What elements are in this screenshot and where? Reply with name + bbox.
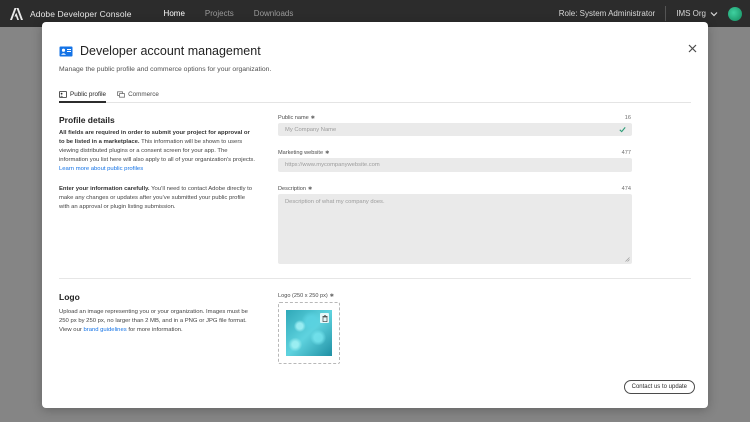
divider bbox=[665, 6, 667, 21]
label-text: Description bbox=[278, 186, 306, 192]
label-text: Public name bbox=[278, 115, 309, 121]
required-asterisk-icon: ✱ bbox=[307, 186, 313, 192]
logo-image bbox=[286, 310, 332, 356]
profile-card-icon bbox=[59, 46, 73, 56]
section-divider bbox=[59, 278, 691, 279]
description-textarea[interactable]: Description of what my company does. bbox=[278, 194, 632, 264]
profile-careful-text: Enter your information carefully. You’ll… bbox=[59, 185, 257, 212]
logo-field-label: Logo (250 x 250 px) ✱ bbox=[278, 293, 334, 299]
profile-card-icon bbox=[59, 90, 67, 98]
dialog-header: Developer account management bbox=[59, 44, 261, 58]
logo-info-end: for more information. bbox=[126, 327, 183, 333]
nav-projects[interactable]: Projects bbox=[205, 9, 234, 18]
careful-note: Enter your information carefully. bbox=[59, 186, 150, 192]
main-nav: Home Projects Downloads bbox=[164, 9, 314, 18]
public-name-char-count: 16 bbox=[624, 115, 631, 121]
role-label: Role: System Administrator bbox=[558, 9, 656, 18]
required-asterisk-icon: ✱ bbox=[329, 293, 334, 299]
tab-list: Public profile Commerce bbox=[59, 86, 691, 103]
brand-guidelines-link[interactable]: brand guidelines bbox=[83, 327, 126, 333]
website-char-count: 477 bbox=[621, 150, 631, 156]
tab-public-profile[interactable]: Public profile bbox=[59, 86, 107, 103]
logo-heading: Logo bbox=[59, 292, 80, 302]
org-switcher[interactable]: IMS Org bbox=[676, 9, 706, 18]
required-asterisk-icon: ✱ bbox=[325, 150, 330, 156]
account-management-dialog: Developer account management Manage the … bbox=[42, 22, 708, 408]
tab-label: Commerce bbox=[128, 90, 159, 98]
required-asterisk-icon: ✱ bbox=[310, 115, 315, 121]
public-name-label: Public name ✱ bbox=[278, 115, 315, 121]
label-text: Marketing website bbox=[278, 150, 324, 156]
contact-us-button[interactable]: Contact us to update bbox=[623, 380, 695, 394]
delete-logo-button[interactable] bbox=[320, 313, 329, 323]
public-name-input[interactable]: My Company Name bbox=[278, 123, 632, 136]
placeholder-text: https://www.mycompanywebsite.com bbox=[285, 162, 380, 168]
learn-more-link[interactable]: Learn more about public profiles bbox=[59, 166, 143, 172]
profile-details-heading: Profile details bbox=[59, 115, 115, 125]
placeholder-text: My Company Name bbox=[285, 126, 337, 133]
nav-downloads[interactable]: Downloads bbox=[254, 9, 294, 18]
commerce-icon bbox=[117, 90, 125, 98]
dialog-subtitle: Manage the public profile and commerce o… bbox=[59, 66, 272, 73]
brand-name: Adobe Developer Console bbox=[30, 8, 132, 19]
brand[interactable]: Adobe Developer Console bbox=[10, 7, 132, 20]
logo-dropzone[interactable] bbox=[278, 302, 340, 364]
checkmark-icon bbox=[619, 127, 626, 133]
avatar[interactable] bbox=[728, 6, 742, 21]
description-char-count: 474 bbox=[621, 186, 631, 192]
website-input[interactable]: https://www.mycompanywebsite.com bbox=[278, 158, 632, 172]
trash-icon bbox=[322, 314, 327, 322]
resize-handle-icon[interactable] bbox=[625, 257, 630, 262]
tab-commerce[interactable]: Commerce bbox=[117, 86, 159, 102]
tab-label: Public profile bbox=[70, 90, 107, 98]
dialog-title: Developer account management bbox=[80, 44, 261, 58]
close-icon[interactable] bbox=[688, 44, 697, 53]
profile-details-text: All fields are required in order to subm… bbox=[59, 129, 257, 174]
placeholder-text: Description of what my company does. bbox=[285, 199, 385, 205]
nav-home[interactable]: Home bbox=[164, 9, 185, 18]
adobe-logo-icon bbox=[10, 7, 23, 20]
logo-text: Upload an image representing you or your… bbox=[59, 308, 257, 335]
description-label: Description ✱ bbox=[278, 186, 312, 192]
chevron-down-icon[interactable] bbox=[710, 10, 718, 18]
label-text: Logo (250 x 250 px) bbox=[278, 293, 328, 299]
website-label: Marketing website ✱ bbox=[278, 150, 329, 156]
